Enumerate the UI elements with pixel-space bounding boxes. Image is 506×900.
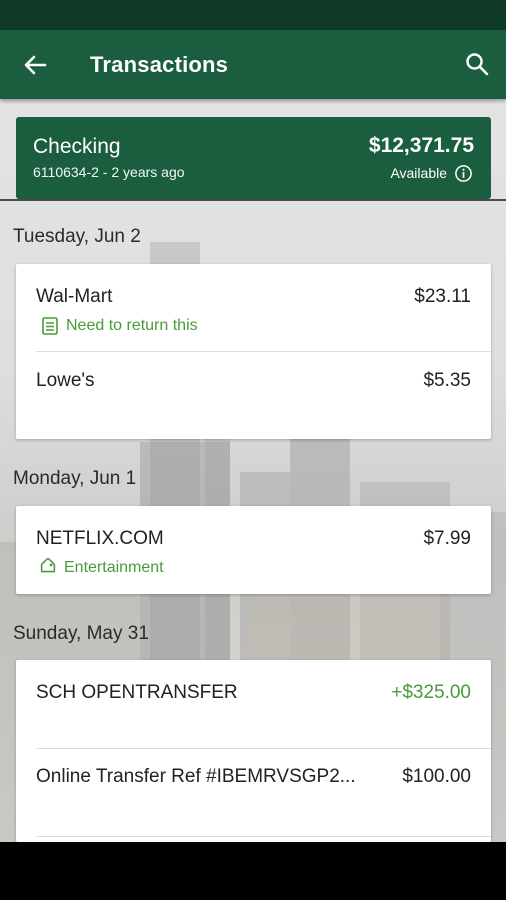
transaction-tag: Entertainment bbox=[38, 558, 164, 578]
transaction-row[interactable]: SCH OPENTRANSFER +$325.00 bbox=[16, 660, 491, 748]
transaction-row[interactable]: NETFLIX.COM $7.99 Entertainment bbox=[16, 506, 491, 594]
app-bar: Transactions bbox=[0, 30, 506, 99]
transaction-group-card: SCH OPENTRANSFER +$325.00 Online Transfe… bbox=[16, 660, 491, 842]
page-title: Transactions bbox=[90, 52, 229, 77]
transaction-amount: $7.99 bbox=[423, 528, 471, 549]
transaction-group-card: NETFLIX.COM $7.99 Entertainment bbox=[16, 506, 491, 594]
status-bar bbox=[0, 0, 506, 30]
note-text: Need to return this bbox=[66, 317, 198, 334]
transaction-row[interactable]: Lowe's $5.35 bbox=[16, 352, 491, 439]
account-number: 6110634-2 - 2 years ago bbox=[33, 164, 185, 180]
transaction-amount: $100.00 bbox=[402, 766, 471, 787]
date-header: Tuesday, Jun 2 bbox=[13, 226, 141, 247]
merchant-name: NETFLIX.COM bbox=[36, 528, 164, 549]
transaction-amount: +$325.00 bbox=[391, 682, 471, 703]
search-icon[interactable] bbox=[463, 50, 491, 78]
available-label: Available bbox=[390, 165, 447, 181]
merchant-name: Wal-Mart bbox=[36, 286, 113, 307]
account-name: Checking bbox=[33, 135, 121, 158]
transaction-row[interactable]: Online Transfer Ref #IBEMRVSGP2... $100.… bbox=[16, 748, 491, 836]
arrow-left-icon[interactable] bbox=[20, 50, 50, 80]
date-header: Sunday, May 31 bbox=[13, 623, 149, 644]
date-header: Monday, Jun 1 bbox=[13, 468, 137, 489]
transaction-amount: $23.11 bbox=[414, 286, 471, 307]
merchant-name: Lowe's bbox=[36, 370, 95, 391]
transaction-note: Need to return this bbox=[40, 316, 198, 336]
tag-icon bbox=[40, 558, 56, 573]
info-icon[interactable] bbox=[454, 164, 473, 183]
transaction-group-card: Wal-Mart $23.11 Need to return this Lowe… bbox=[16, 264, 491, 439]
account-balance: $12,371.75 bbox=[368, 134, 474, 157]
tag-text: Entertainment bbox=[64, 559, 164, 576]
row-divider bbox=[36, 836, 491, 837]
account-summary-card[interactable]: Checking 6110634-2 - 2 years ago $12,371… bbox=[16, 117, 491, 199]
transaction-row[interactable]: Wal-Mart $23.11 Need to return this bbox=[16, 264, 491, 352]
system-nav-bar bbox=[0, 842, 506, 900]
merchant-name: SCH OPENTRANSFER bbox=[36, 682, 238, 703]
note-icon bbox=[42, 317, 58, 335]
header-divider bbox=[0, 199, 506, 201]
transaction-amount: $5.35 bbox=[423, 370, 471, 391]
merchant-name: Online Transfer Ref #IBEMRVSGP2... bbox=[36, 766, 356, 787]
